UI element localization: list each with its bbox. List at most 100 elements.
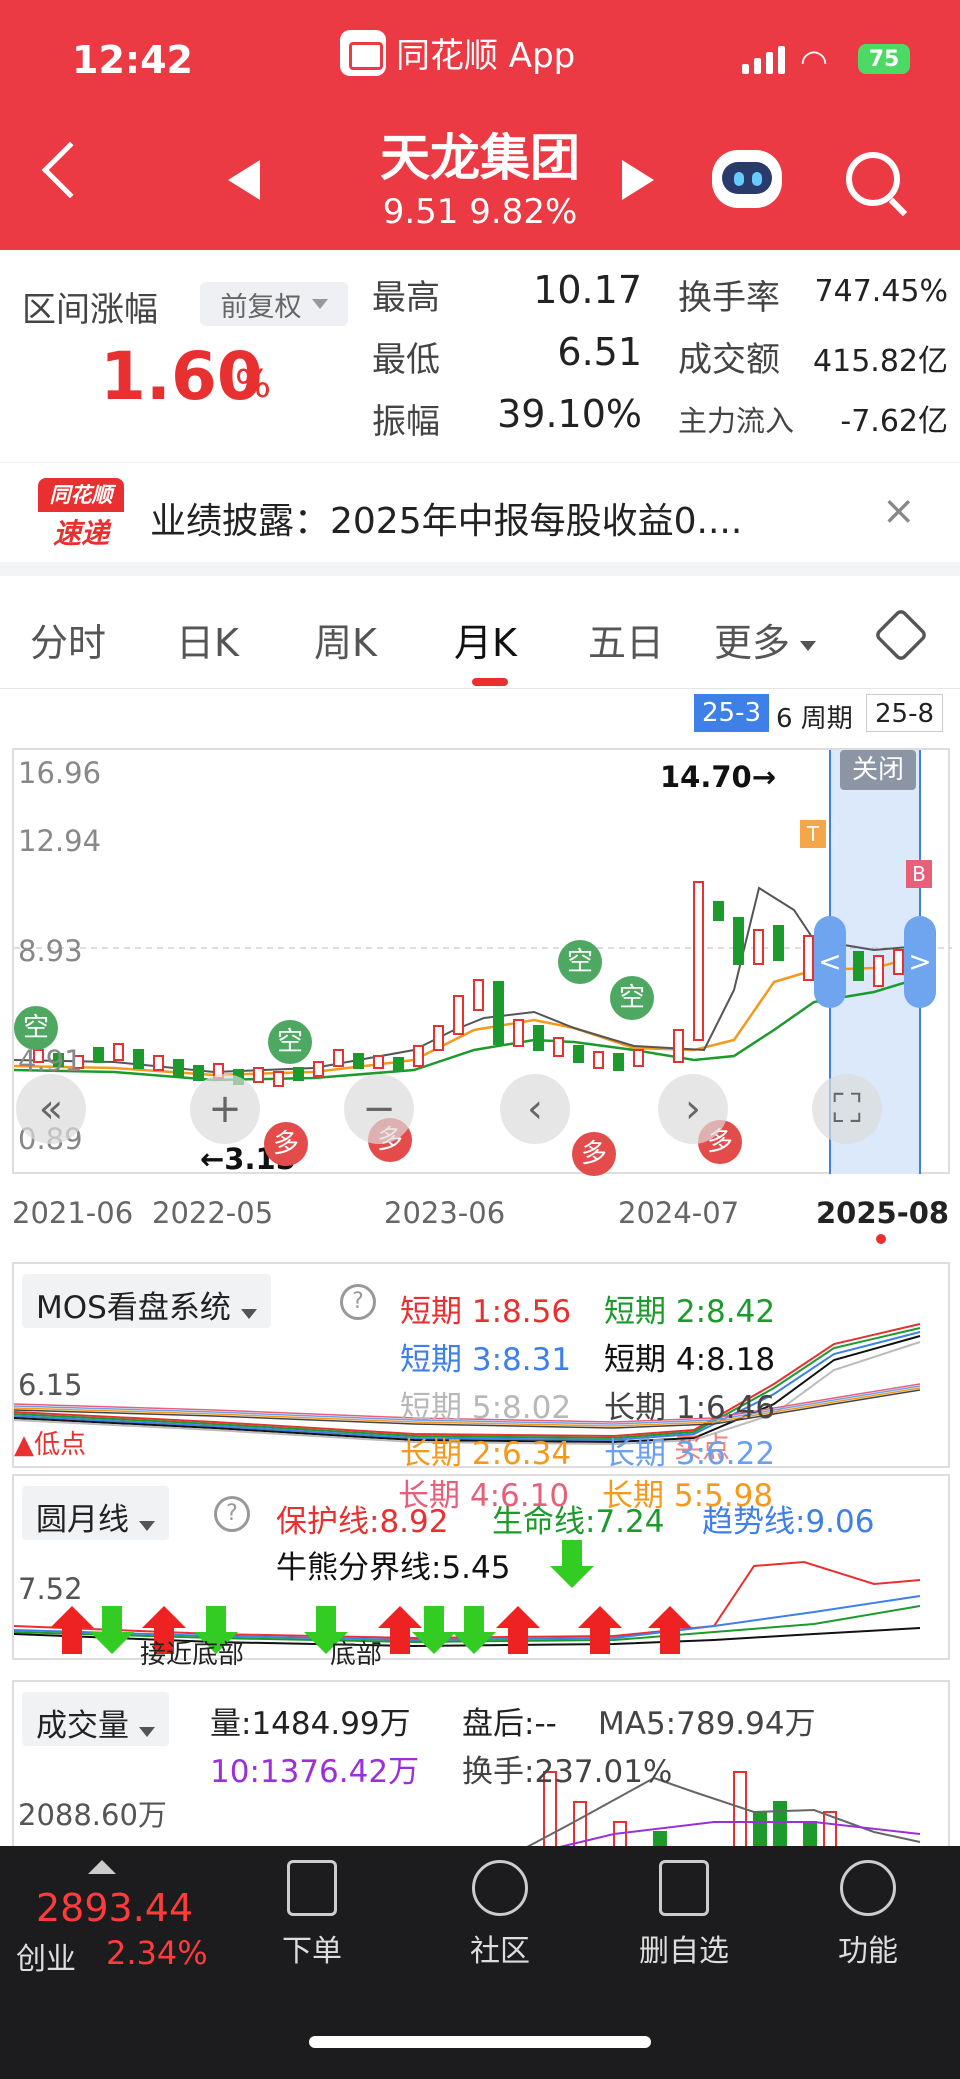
chevron-down-icon bbox=[139, 1520, 155, 1531]
signal-kong[interactable]: 空 bbox=[268, 1020, 312, 1064]
zoom-in-button[interactable]: + bbox=[190, 1074, 260, 1144]
signal-duo[interactable]: 多 bbox=[264, 1122, 308, 1166]
volume-y-tick: 2088.60万 bbox=[18, 1798, 167, 1832]
tab-intraday[interactable]: 分时 bbox=[30, 612, 106, 667]
step-left-button[interactable]: ‹ bbox=[500, 1074, 570, 1144]
mos-legend-3: 短期 3:8.31 bbox=[400, 1342, 572, 1378]
candle bbox=[533, 1025, 544, 1051]
candle bbox=[253, 1067, 264, 1083]
volume-panel: 成交量 量:1484.99万 盘后:-- MA5:789.94万 10:1376… bbox=[12, 1680, 950, 1862]
sell-arrow bbox=[452, 1606, 496, 1654]
signal-duo[interactable]: 多 bbox=[572, 1132, 616, 1176]
chevron-down-icon bbox=[800, 640, 817, 651]
candle bbox=[313, 1061, 324, 1077]
mos-legend-9: 长期 4:6.10 bbox=[398, 1478, 570, 1514]
close-icon[interactable]: × bbox=[882, 488, 916, 534]
badge-bottom-text: 速递 bbox=[52, 517, 109, 550]
candle bbox=[853, 951, 864, 981]
volume-indicator-name: 成交量 bbox=[36, 1708, 129, 1744]
kline-chart[interactable]: 16.96 12.94 8.93 4.91 0.89 14.70→ ←3.15 … bbox=[12, 748, 952, 1176]
max-price-label: 14.70→ bbox=[660, 760, 777, 794]
index-value[interactable]: 2893.44 bbox=[36, 1886, 193, 1930]
tab-more-label: 更多 bbox=[714, 621, 791, 665]
search-icon[interactable] bbox=[846, 152, 900, 206]
range-end-chip[interactable]: 25-8 bbox=[866, 694, 944, 732]
mos-legend-1: 短期 1:8.56 bbox=[400, 1294, 572, 1330]
candle bbox=[713, 901, 724, 921]
robot-assistant-icon[interactable] bbox=[712, 150, 782, 208]
candle bbox=[153, 1055, 164, 1071]
settings-hex-icon[interactable] bbox=[873, 607, 929, 663]
close-range-button[interactable]: 关闭 bbox=[840, 750, 916, 790]
x-tick-current: 2025-08 bbox=[816, 1196, 950, 1230]
turnover-rate: 换手:237.01% bbox=[462, 1754, 673, 1790]
stock-price: 9.51 9.82% bbox=[382, 192, 578, 232]
low-point-label: ▲低点 bbox=[14, 1430, 86, 1460]
candles bbox=[33, 881, 924, 1087]
signal-t[interactable]: T bbox=[800, 820, 826, 848]
mos-indicator-select[interactable]: MOS看盘系统 bbox=[22, 1274, 271, 1328]
yuanyue-indicator-select[interactable]: 圆月线 bbox=[22, 1486, 169, 1540]
candle bbox=[593, 1051, 604, 1069]
step-right-button[interactable]: › bbox=[658, 1074, 728, 1144]
candle bbox=[453, 995, 464, 1035]
tab-daily-k[interactable]: 日K bbox=[176, 612, 239, 667]
candle bbox=[573, 1045, 584, 1063]
sell-arrow bbox=[550, 1540, 594, 1588]
high-label: 最高 bbox=[372, 278, 440, 318]
range-right-handle[interactable]: > bbox=[904, 916, 936, 1008]
buy-arrow bbox=[50, 1606, 94, 1654]
candle bbox=[493, 981, 504, 1045]
volume-amount-value: 415.82亿 bbox=[813, 344, 948, 379]
candle bbox=[753, 929, 764, 965]
yuanyue-legend-4: 牛熊分界线:5.45 bbox=[276, 1550, 511, 1586]
tab-five-day[interactable]: 五日 bbox=[588, 612, 664, 667]
tab-weekly-k[interactable]: 周K bbox=[314, 612, 377, 667]
functions-icon bbox=[840, 1860, 896, 1916]
mos-legend-10: 长期 5:5.98 bbox=[602, 1478, 774, 1514]
candle bbox=[553, 1037, 564, 1057]
adjust-select[interactable]: 前复权 bbox=[200, 282, 348, 326]
high-value: 10.17 bbox=[533, 268, 642, 312]
app-title[interactable]: 同花顺 App bbox=[340, 28, 575, 77]
tabs-divider bbox=[0, 688, 960, 689]
candle bbox=[893, 949, 904, 975]
candle bbox=[773, 925, 784, 961]
signal-b[interactable]: B bbox=[906, 860, 932, 888]
community-button[interactable]: 社区 bbox=[430, 1860, 570, 1970]
x-tick: 2023-06 bbox=[384, 1196, 506, 1230]
signal-kong[interactable]: 空 bbox=[610, 976, 654, 1020]
news-text[interactable]: 业绩披露：2025年中报每股收益0.... bbox=[150, 492, 742, 544]
tab-more[interactable]: 更多 bbox=[714, 612, 817, 667]
signal-kong[interactable]: 空 bbox=[558, 940, 602, 984]
mos-legend-8: 长期 3:6.22 bbox=[604, 1436, 776, 1472]
order-button[interactable]: 下单 bbox=[242, 1860, 382, 1970]
news-badge: 同花顺 速递 bbox=[38, 478, 124, 550]
mos-legend-6: 长期 1:6.46 bbox=[604, 1390, 776, 1426]
volume-indicator-select[interactable]: 成交量 bbox=[22, 1692, 169, 1746]
turnover-label: 换手率 bbox=[678, 278, 780, 318]
help-icon[interactable]: ? bbox=[340, 1284, 376, 1320]
zoom-out-button[interactable]: − bbox=[344, 1074, 414, 1144]
functions-button[interactable]: 功能 bbox=[798, 1860, 938, 1970]
amp-value: 39.10% bbox=[497, 392, 642, 436]
remove-watchlist-button[interactable]: 删自选 bbox=[614, 1860, 754, 1970]
fullscreen-button[interactable]: ⛶ bbox=[812, 1074, 882, 1144]
range-left-handle[interactable]: < bbox=[814, 916, 846, 1008]
chevron-down-icon bbox=[311, 299, 328, 309]
main-flow-value: -7.62亿 bbox=[840, 404, 948, 439]
signal-kong[interactable]: 空 bbox=[14, 1006, 58, 1050]
candle bbox=[373, 1055, 384, 1069]
mos-legend-2: 短期 2:8.42 bbox=[604, 1294, 776, 1330]
x-tick: 2021-06 bbox=[12, 1196, 134, 1230]
scroll-left-button[interactable]: « bbox=[16, 1074, 86, 1144]
tab-monthly-k[interactable]: 月K bbox=[454, 612, 517, 667]
home-indicator bbox=[309, 2036, 651, 2048]
volume-value: 量:1484.99万 bbox=[210, 1706, 411, 1742]
mos-legend-5: 短期 5:8.02 bbox=[400, 1390, 572, 1426]
app-logo-icon bbox=[340, 29, 386, 76]
help-icon[interactable]: ? bbox=[214, 1496, 250, 1532]
expand-index-icon[interactable] bbox=[88, 1860, 116, 1874]
candle bbox=[93, 1047, 104, 1063]
range-start-chip[interactable]: 25-3 bbox=[694, 694, 770, 732]
